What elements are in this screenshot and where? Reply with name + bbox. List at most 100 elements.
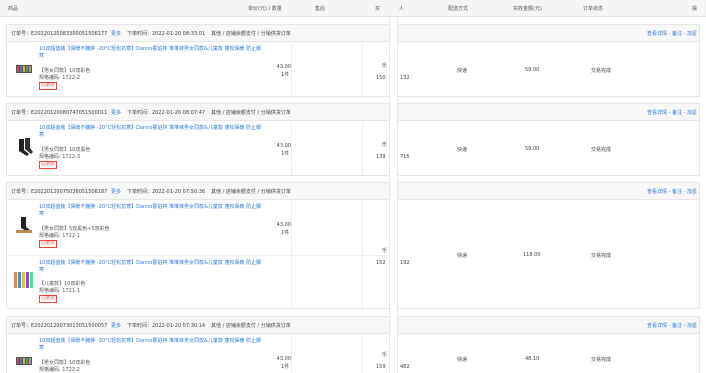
- product-spec: 【男女同款】5双黑色+5双彩色: [39, 226, 110, 232]
- product-spec: 【男女同款】10双彩色: [39, 68, 91, 74]
- order-pay-info: 其他 / 店铺余额支付 / 分销供货订单: [211, 323, 291, 329]
- col-paid: 实收金额(元): [513, 6, 542, 12]
- order-pay-info: 其他 / 店铺余额支付 / 分销供货订单: [211, 189, 291, 195]
- refund-tag: 已退货: [39, 82, 57, 90]
- buyer-phone-tail: 715: [400, 154, 410, 160]
- product-code: 规格编码: 1721-1: [39, 288, 80, 294]
- col-buyer: 买: [375, 6, 381, 12]
- refund-tag: 已退货: [39, 161, 57, 169]
- buyer-clip: 乐: [382, 142, 388, 148]
- buyer-clip: 乐: [382, 63, 388, 69]
- order-header: 订单号：E20220120080747051500011 更多 下单时间：202…: [7, 104, 699, 121]
- col-status: 订单状态: [583, 6, 604, 12]
- col-price-qty: 单价(元) / 数量: [248, 6, 282, 12]
- col-aftersale: 售后: [315, 6, 326, 12]
- product-code: 规格编码: 1722-3: [39, 154, 80, 160]
- product-title[interactable]: 10双超值装【保暖不臃肿 -20°C轻松抗寒】Danno霍珀林 堆堆袜男女同款&…: [39, 204, 264, 218]
- column-divider: [389, 17, 398, 373]
- buyer-clip: 乐: [382, 352, 388, 358]
- paid-amount: 59.00: [525, 146, 540, 152]
- more-link[interactable]: 更多: [111, 322, 121, 329]
- col-delivery: 配送方式: [448, 6, 469, 12]
- item-price: 43.00: [276, 64, 291, 70]
- product-title[interactable]: 10双超值装【保暖不臃肿 -20°C轻松抗寒】Danno霍珀林 堆堆袜男女同款&…: [39, 125, 264, 139]
- item-qty: 1件: [281, 72, 290, 78]
- col-product: 商品: [8, 6, 19, 12]
- order-card: 订单号：E20220120080747051500011 更多 下单时间：202…: [6, 103, 700, 176]
- order-status: 交易完成: [591, 253, 612, 259]
- order-pay-info: 其他 / 店铺余额支付 / 分销供货订单: [211, 110, 291, 116]
- order-number: 订单号：E20220120083300051506177: [11, 31, 108, 37]
- product-thumbnail[interactable]: [13, 136, 35, 158]
- paid-amount: 48.10: [525, 356, 540, 362]
- order-actions[interactable]: 查看详情 - 备注 - 加星: [647, 30, 697, 37]
- item-price: 43.00: [276, 222, 291, 228]
- buyer-phone-clip: 152: [376, 260, 386, 266]
- item-qty: 1件: [281, 151, 290, 157]
- order-header: 订单号：E20220120075036051506187 更多 下单时间：202…: [7, 183, 699, 200]
- order-time: 下单时间：2022-01-20 07:30:14: [127, 323, 206, 329]
- buyer-phone-clip: 159: [376, 364, 386, 370]
- order-time: 下单时间：2022-01-20 08:07:47: [127, 110, 206, 116]
- delivery-method: 快递: [457, 68, 468, 74]
- table-header: 商品 单价(元) / 数量 售后 买 人 配送方式 实收金额(元) 订单状态 操: [0, 0, 706, 17]
- product-title[interactable]: 10双超值装【保暖不臃肿 -20°C轻松抗寒】Danno霍珀林 堆堆袜男女同款&…: [39, 46, 264, 60]
- product-spec: 【男女同款】10双彩色: [39, 360, 91, 366]
- order-time: 下单时间：2022-01-20 08:33:01: [127, 31, 206, 37]
- order-card: 订单号：E20220120073013051500057 更多 下单时间：202…: [6, 316, 700, 373]
- product-spec: 【儿童款】10双彩色: [39, 281, 86, 287]
- item-qty: 1件: [281, 364, 290, 370]
- order-status: 交易完成: [591, 68, 612, 74]
- order-number: 订单号：E20220120080747051500011: [11, 110, 108, 116]
- buyer-phone-tail: 192: [400, 260, 410, 266]
- product-thumbnail[interactable]: [13, 57, 35, 79]
- order-time: 下单时间：2022-01-20 07:50:36: [127, 189, 206, 195]
- col-buyer-tail: 人: [399, 6, 405, 12]
- item-qty: 1件: [281, 230, 290, 236]
- paid-amount: 118.00: [523, 252, 541, 258]
- buyer-phone-tail: 132: [400, 75, 410, 81]
- delivery-method: 快递: [457, 357, 468, 363]
- delivery-method: 快递: [457, 253, 468, 259]
- more-link[interactable]: 更多: [111, 188, 121, 195]
- product-title[interactable]: 10双超值装【保暖不臃肿 -20°C轻松抗寒】Danno霍珀林 堆堆袜男女同款&…: [39, 338, 264, 352]
- item-price: 43.00: [276, 143, 291, 149]
- order-header: 订单号：E20220120073013051500057 更多 下单时间：202…: [7, 317, 699, 334]
- order-item: 10双超值装【保暖不臃肿 -20°C轻松抗寒】Danno霍珀林 堆堆袜男女同款&…: [7, 43, 387, 96]
- buyer-phone-clip: 139: [376, 154, 386, 160]
- refund-tag: 已退货: [39, 240, 57, 248]
- order-actions[interactable]: 查看详情 - 备注 - 加星: [647, 188, 697, 195]
- col-ops: 操: [692, 6, 698, 12]
- order-status: 交易完成: [591, 147, 612, 153]
- buyer-phone-tail: 482: [400, 364, 410, 370]
- product-title[interactable]: 10双超值装【保暖不臃肿 -20°C轻松抗寒】Danno霍珀林 堆堆袜男女同款&…: [39, 260, 264, 274]
- order-number: 订单号：E20220120073013051500057: [11, 323, 108, 329]
- order-pay-info: 其他 / 店铺余额支付 / 分销供货订单: [211, 31, 291, 37]
- order-item: 10双超值装【保暖不臃肿 -20°C轻松抗寒】Danno霍珀林 堆堆袜男女同款&…: [7, 201, 387, 256]
- buyer-clip: 乐: [382, 248, 388, 254]
- delivery-method: 快递: [457, 147, 468, 153]
- more-link[interactable]: 更多: [111, 109, 121, 116]
- product-code: 规格编码: 1722-2: [39, 367, 80, 373]
- order-item: 10双超值装【保暖不臃肿 -20°C轻松抗寒】Danno霍珀林 堆堆袜男女同款&…: [7, 256, 387, 308]
- product-code: 规格编码: 1722-2: [39, 75, 80, 81]
- refund-tag: 已退货: [39, 295, 57, 303]
- product-spec: 【男女同款】10双黑色: [39, 147, 91, 153]
- paid-amount: 59.00: [525, 67, 540, 73]
- more-link[interactable]: 更多: [111, 30, 121, 37]
- order-item: 10双超值装【保暖不臃肿 -20°C轻松抗寒】Danno霍珀林 堆堆袜男女同款&…: [7, 335, 387, 373]
- product-thumbnail[interactable]: [13, 269, 35, 291]
- order-card: 订单号：E20220120075036051506187 更多 下单时间：202…: [6, 182, 700, 309]
- product-thumbnail[interactable]: [13, 349, 35, 371]
- buyer-phone-clip: 150: [376, 75, 386, 81]
- order-actions[interactable]: 查看详情 - 备注 - 加星: [647, 109, 697, 116]
- product-code: 规格编码: 1722-1: [39, 233, 80, 239]
- order-card: 订单号：E20220120083300051506177 更多 下单时间：202…: [6, 24, 700, 97]
- order-number: 订单号：E20220120075036051506187: [11, 189, 108, 195]
- order-actions[interactable]: 查看详情 - 备注 - 加星: [647, 322, 697, 329]
- order-header: 订单号：E20220120083300051506177 更多 下单时间：202…: [7, 25, 699, 42]
- order-item: 10双超值装【保暖不臃肿 -20°C轻松抗寒】Danno霍珀林 堆堆袜男女同款&…: [7, 122, 387, 175]
- order-status: 交易完成: [591, 357, 612, 363]
- item-price: 43.00: [276, 356, 291, 362]
- product-thumbnail[interactable]: [13, 213, 35, 235]
